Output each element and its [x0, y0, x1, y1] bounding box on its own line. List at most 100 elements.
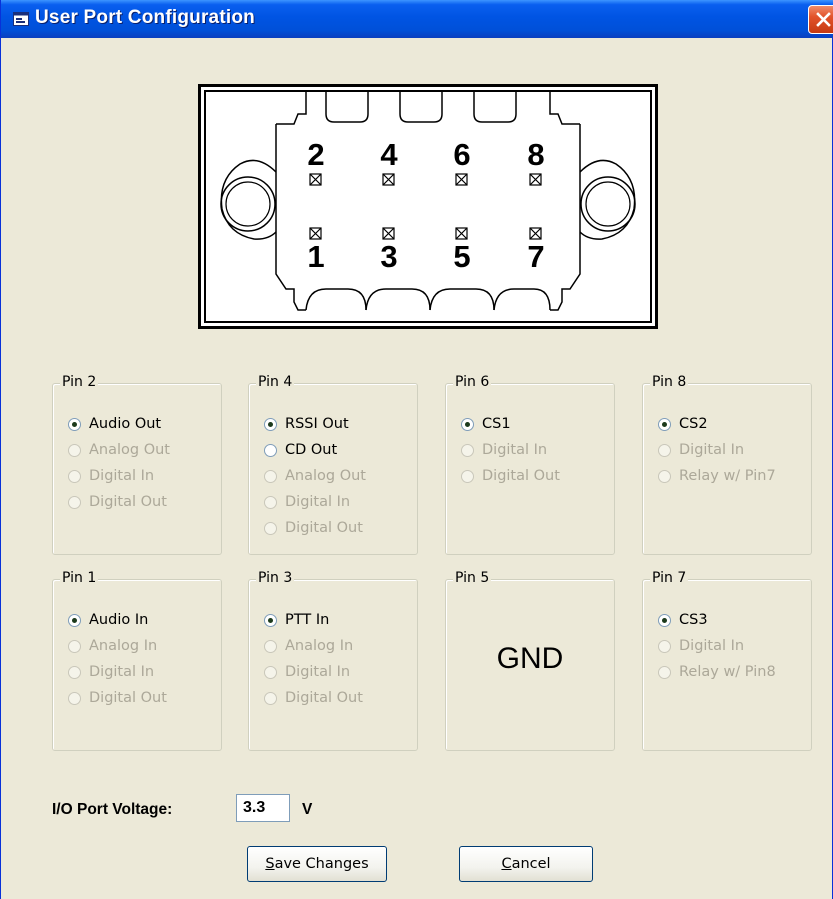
radio-button[interactable]: [658, 469, 671, 483]
pin-8-option-relay[interactable]: Relay w/ Pin7: [658, 465, 776, 487]
pin-2-group-title: Pin 2: [60, 373, 99, 391]
pin-6-group-title: Pin 6: [453, 373, 492, 391]
connector-outline: [198, 84, 658, 329]
pin-2-option-digital-in[interactable]: Digital In: [68, 465, 154, 487]
radio-button[interactable]: [264, 691, 277, 705]
cancel-button[interactable]: Cancel: [459, 846, 593, 882]
pin-3-option-digital-out[interactable]: Digital Out: [264, 687, 363, 709]
pin-8-option-cs2[interactable]: CS2: [658, 413, 708, 435]
pin-7-group: Pin 7 CS3 Digital In Relay w/ Pin8: [642, 569, 812, 751]
radio-button[interactable]: [264, 613, 277, 627]
radio-button[interactable]: [68, 613, 81, 627]
radio-button[interactable]: [264, 417, 277, 431]
gnd-label: GND: [496, 642, 564, 675]
voltage-unit-label: V: [302, 801, 313, 818]
connector-diagram: 2 4 6 8 1 3 5 7: [198, 84, 658, 329]
option-label: Digital Out: [89, 494, 167, 510]
pin-4-option-digital-out[interactable]: Digital Out: [264, 517, 363, 539]
radio-button[interactable]: [658, 613, 671, 627]
close-button[interactable]: [808, 5, 833, 34]
radio-button[interactable]: [461, 469, 474, 483]
pin-6-option-cs1[interactable]: CS1: [461, 413, 511, 435]
radio-button[interactable]: [68, 443, 81, 457]
cancel-label: ancel: [511, 856, 551, 872]
pin-4-option-rssi-out[interactable]: RSSI Out: [264, 413, 349, 435]
app-window-icon: [13, 11, 29, 26]
diagram-pin-2-label: 2: [307, 137, 325, 172]
radio-button[interactable]: [264, 469, 277, 483]
radio-button[interactable]: [658, 665, 671, 679]
pin-7-option-digital-in[interactable]: Digital In: [658, 635, 744, 657]
radio-button[interactable]: [264, 639, 277, 653]
pin-4-option-analog-out[interactable]: Analog Out: [264, 465, 366, 487]
diagram-pin-1-label: 1: [307, 239, 325, 274]
pin-4-option-cd-out[interactable]: CD Out: [264, 439, 337, 461]
radio-button[interactable]: [461, 417, 474, 431]
option-label: Digital Out: [285, 690, 363, 706]
pin-6-option-digital-out[interactable]: Digital Out: [461, 465, 560, 487]
option-label: Digital In: [679, 442, 745, 458]
pin-1-option-analog-in[interactable]: Analog In: [68, 635, 157, 657]
radio-button[interactable]: [461, 443, 474, 457]
diagram-pin-6-label: 6: [453, 137, 471, 172]
option-label: Digital Out: [285, 520, 363, 536]
save-changes-button[interactable]: Save Changes: [247, 846, 387, 882]
pin-5-group: Pin 5 GND: [445, 569, 615, 751]
pin-8-group: Pin 8 CS2 Digital In Relay w/ Pin7: [642, 373, 812, 555]
option-label: Digital In: [285, 664, 351, 680]
option-label: Relay w/ Pin8: [679, 664, 776, 680]
radio-button[interactable]: [264, 665, 277, 679]
pin-8-option-digital-in[interactable]: Digital In: [658, 439, 744, 461]
option-label: Analog In: [285, 638, 354, 654]
option-label: Digital In: [89, 468, 155, 484]
pin-3-option-digital-in[interactable]: Digital In: [264, 661, 350, 683]
pin-1-option-audio-in[interactable]: Audio In: [68, 609, 148, 631]
option-label: CD Out: [285, 442, 338, 458]
pin-2-option-digital-out[interactable]: Digital Out: [68, 491, 167, 513]
pin-8-group-title: Pin 8: [650, 373, 689, 391]
radio-button[interactable]: [68, 639, 81, 653]
option-label: Digital In: [89, 664, 155, 680]
pin-3-option-ptt-in[interactable]: PTT In: [264, 609, 329, 631]
radio-button[interactable]: [658, 417, 671, 431]
option-label: CS1: [482, 416, 511, 432]
radio-button[interactable]: [264, 443, 277, 457]
save-label: ave Changes: [274, 856, 369, 872]
pin-3-group-title: Pin 3: [256, 569, 295, 587]
radio-button[interactable]: [68, 691, 81, 705]
pin-3-option-analog-in[interactable]: Analog In: [264, 635, 353, 657]
close-icon: [816, 12, 831, 27]
save-mnemonic: S: [265, 856, 275, 872]
pin-1-option-digital-in[interactable]: Digital In: [68, 661, 154, 683]
window-title: User Port Configuration: [35, 7, 255, 28]
radio-button[interactable]: [658, 639, 671, 653]
option-label: CS3: [679, 612, 708, 628]
radio-button[interactable]: [68, 417, 81, 431]
diagram-pin-7-label: 7: [527, 239, 545, 274]
radio-button[interactable]: [264, 521, 277, 535]
option-label: Analog Out: [89, 442, 170, 458]
radio-button[interactable]: [658, 443, 671, 457]
radio-button[interactable]: [264, 495, 277, 509]
option-label: PTT In: [285, 612, 330, 628]
pin-7-option-cs3[interactable]: CS3: [658, 609, 708, 631]
pin-6-option-digital-in[interactable]: Digital In: [461, 439, 547, 461]
pin-5-group-title: Pin 5: [453, 569, 492, 587]
radio-button[interactable]: [68, 665, 81, 679]
cancel-mnemonic: C: [501, 856, 512, 872]
pin-4-group-title: Pin 4: [256, 373, 295, 391]
pin-7-option-relay[interactable]: Relay w/ Pin8: [658, 661, 776, 683]
pin-2-option-analog-out[interactable]: Analog Out: [68, 439, 170, 461]
pin-2-option-audio-out[interactable]: Audio Out: [68, 413, 161, 435]
title-bar[interactable]: User Port Configuration: [1, 0, 833, 38]
option-label: RSSI Out: [285, 416, 349, 432]
option-label: Digital Out: [482, 468, 560, 484]
io-port-voltage-input[interactable]: 3.3: [236, 794, 290, 822]
diagram-pin-3-label: 3: [380, 239, 398, 274]
option-label: CS2: [679, 416, 708, 432]
diagram-pin-8-label: 8: [527, 137, 545, 172]
radio-button[interactable]: [68, 495, 81, 509]
radio-button[interactable]: [68, 469, 81, 483]
pin-4-option-digital-in[interactable]: Digital In: [264, 491, 350, 513]
pin-1-option-digital-out[interactable]: Digital Out: [68, 687, 167, 709]
